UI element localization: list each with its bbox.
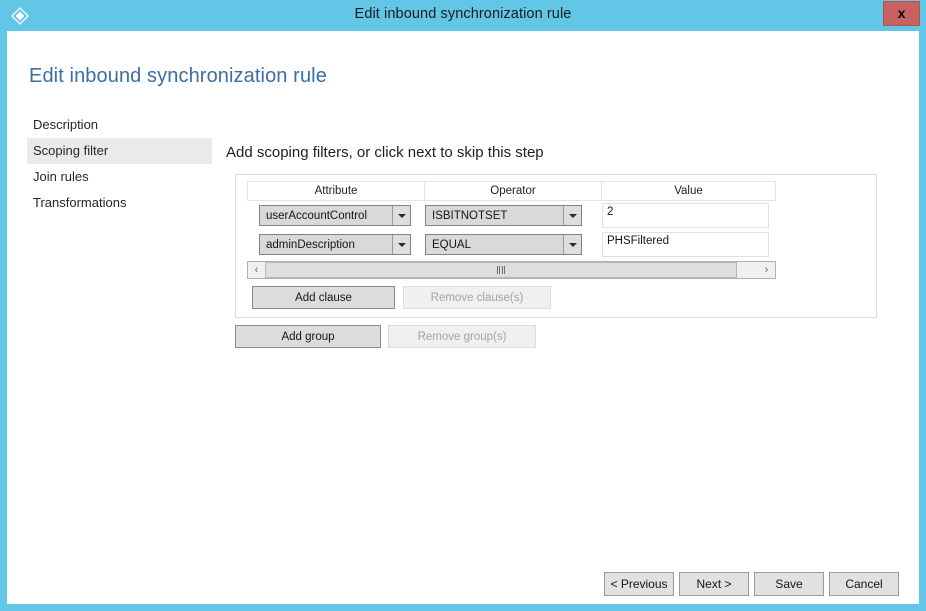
value-input[interactable]: 2 bbox=[602, 203, 769, 228]
operator-select[interactable]: EQUAL bbox=[425, 234, 582, 255]
cell-value: 2 bbox=[601, 203, 774, 228]
cancel-button[interactable]: Cancel bbox=[829, 572, 899, 596]
chevron-down-icon[interactable] bbox=[563, 235, 581, 254]
close-icon[interactable]: x bbox=[883, 1, 920, 26]
sidebar-item-scoping-filter[interactable]: Scoping filter bbox=[27, 138, 212, 164]
cell-attribute: userAccountControl bbox=[247, 205, 424, 226]
wizard-step-nav: Description Scoping filter Join rules Tr… bbox=[27, 112, 212, 216]
clause-table-header: Attribute Operator Value bbox=[247, 181, 776, 201]
value-input[interactable]: PHSFiltered bbox=[602, 232, 769, 257]
column-header-attribute: Attribute bbox=[248, 182, 425, 200]
scrollbar-thumb[interactable] bbox=[265, 262, 737, 278]
sidebar-item-label: Transformations bbox=[33, 195, 127, 210]
chevron-down-icon[interactable] bbox=[563, 206, 581, 225]
previous-button[interactable]: < Previous bbox=[604, 572, 674, 596]
sidebar-item-label: Scoping filter bbox=[33, 143, 109, 158]
column-header-value: Value bbox=[674, 185, 703, 197]
save-button[interactable]: Save bbox=[754, 572, 824, 596]
dialog-client-area: Edit inbound synchronization rule Descri… bbox=[7, 31, 919, 604]
sidebar-item-label: Description bbox=[33, 117, 99, 132]
attribute-select[interactable]: adminDescription bbox=[259, 234, 411, 255]
operator-select-value: EQUAL bbox=[432, 238, 471, 251]
scrollbar-grip-icon bbox=[497, 266, 505, 274]
remove-clause-button[interactable]: Remove clause(s) bbox=[403, 286, 551, 309]
add-group-button[interactable]: Add group bbox=[235, 325, 381, 348]
scrollbar-track[interactable] bbox=[265, 262, 758, 278]
scroll-left-icon[interactable]: ‹ bbox=[248, 262, 265, 278]
dialog-footer: < Previous Next > Save Cancel bbox=[7, 572, 919, 605]
step-heading: Add scoping filters, or click next to sk… bbox=[226, 144, 544, 161]
sidebar-item-label: Join rules bbox=[33, 169, 89, 184]
sidebar-item-description[interactable]: Description bbox=[27, 112, 212, 138]
operator-select[interactable]: ISBITNOTSET bbox=[425, 205, 582, 226]
next-button[interactable]: Next > bbox=[679, 572, 749, 596]
column-header-operator: Operator bbox=[425, 182, 602, 200]
sidebar-item-transformations[interactable]: Transformations bbox=[27, 190, 212, 216]
attribute-select[interactable]: userAccountControl bbox=[259, 205, 411, 226]
add-clause-button[interactable]: Add clause bbox=[252, 286, 395, 309]
cell-operator: EQUAL bbox=[424, 234, 601, 255]
cell-attribute: adminDescription bbox=[247, 234, 424, 255]
attribute-select-value: adminDescription bbox=[266, 238, 355, 251]
cell-value: PHSFiltered bbox=[601, 232, 774, 257]
table-row: userAccountControl ISBITNOTSET 2 bbox=[247, 201, 776, 230]
sidebar-item-join-rules[interactable]: Join rules bbox=[27, 164, 212, 190]
horizontal-scrollbar[interactable]: ‹ › bbox=[247, 261, 776, 279]
attribute-select-value: userAccountControl bbox=[266, 209, 367, 222]
clause-table: Attribute Operator Value userAccountCont… bbox=[247, 181, 776, 259]
chevron-down-icon[interactable] bbox=[392, 235, 410, 254]
table-row: adminDescription EQUAL PHSFiltered bbox=[247, 230, 776, 259]
window-title: Edit inbound synchronization rule bbox=[354, 6, 572, 22]
cell-operator: ISBITNOTSET bbox=[424, 205, 601, 226]
operator-select-value: ISBITNOTSET bbox=[432, 209, 508, 222]
scroll-right-icon[interactable]: › bbox=[758, 262, 775, 278]
chevron-down-icon[interactable] bbox=[392, 206, 410, 225]
title-bar[interactable]: Edit inbound synchronization rule x bbox=[0, 0, 926, 31]
remove-group-button[interactable]: Remove group(s) bbox=[388, 325, 536, 348]
dialog-window: Edit inbound synchronization rule x Edit… bbox=[0, 0, 926, 611]
page-title: Edit inbound synchronization rule bbox=[29, 65, 327, 87]
scoping-filter-group-panel: Attribute Operator Value userAccountCont… bbox=[235, 174, 877, 318]
